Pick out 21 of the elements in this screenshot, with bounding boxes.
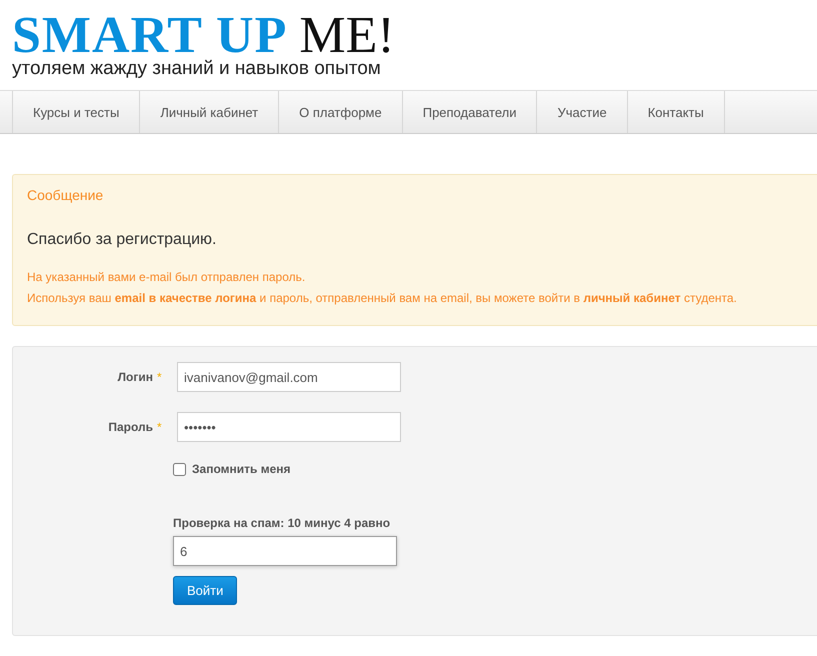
checkbox-label: Запомнить меня xyxy=(192,462,291,476)
remember-checkbox[interactable] xyxy=(173,462,186,476)
login-button[interactable]: Войти xyxy=(173,576,238,605)
nav-item[interactable]: Личный кабинет xyxy=(140,91,280,133)
message-heading: Спасибо за регистрацию. xyxy=(27,231,218,249)
message-title: Сообщение xyxy=(27,187,104,203)
field-label: Пароль xyxy=(107,420,153,434)
message-text: Используя ваш email в качестве логина и пароль, отправленный вам на email, вы можете войти в личный кабинет студента. xyxy=(27,290,738,307)
message-text: На указанный вами e-mail был отправлен пароль. xyxy=(27,269,306,286)
captcha-label: Проверка на спам: 10 минус 4 равно xyxy=(173,516,392,530)
nav-item[interactable]: О платформе xyxy=(279,91,403,133)
input-field[interactable]: ••••••• xyxy=(177,412,401,442)
nav-item[interactable]: Курсы и тесты xyxy=(12,91,140,133)
field-label: Логин xyxy=(116,370,153,384)
required-mark: * xyxy=(157,370,163,384)
nav-item[interactable]: Участие xyxy=(537,91,628,133)
required-mark: * xyxy=(157,420,163,434)
input-field[interactable]: ivanivanov@gmail.com xyxy=(177,362,401,392)
captcha-field[interactable]: 6 xyxy=(173,536,397,566)
nav-item[interactable]: Контакты xyxy=(628,91,725,133)
nav-item[interactable]: Преподаватели xyxy=(402,91,538,133)
